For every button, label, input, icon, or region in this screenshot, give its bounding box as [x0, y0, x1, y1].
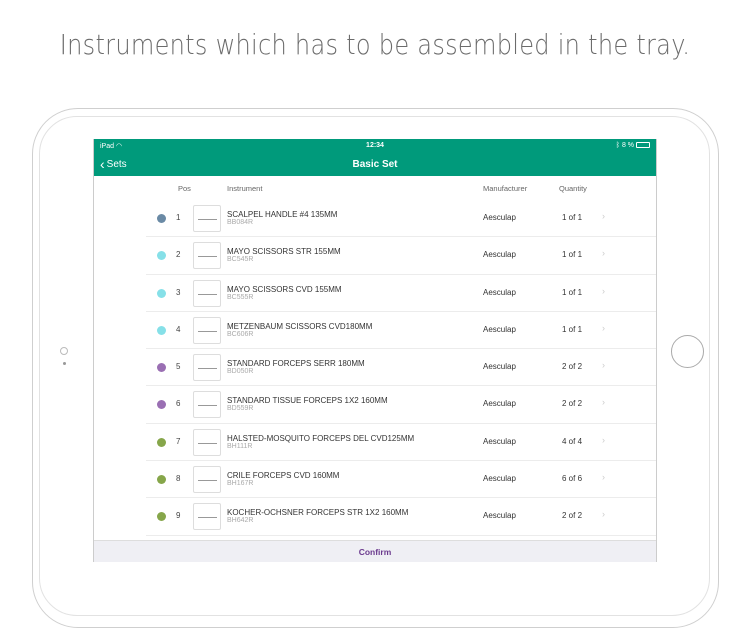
status-dot — [157, 325, 166, 335]
table-header: Pos Instrument Manufacturer Quantity — [94, 176, 656, 200]
table-row[interactable]: 6 STANDARD TISSUE FORCEPS 1X2 160MM BD55… — [146, 386, 656, 424]
instrument-name: KOCHER-OCHSNER FORCEPS STR 1X2 160MM — [227, 508, 409, 518]
instrument-code: BH642R — [227, 517, 254, 525]
confirm-button[interactable]: Confirm — [94, 540, 656, 562]
instrument-thumbnail — [193, 466, 221, 494]
status-dot — [157, 363, 166, 373]
instrument-code: BD559R — [227, 405, 254, 413]
instrument-code: BH111R — [227, 442, 253, 450]
row-pos: 1 — [176, 213, 181, 222]
screen: iPad ◠ 12:34 ᛒ 8 % ‹ Sets Basic Set Pos … — [93, 139, 657, 562]
manufacturer: Aesculap — [483, 324, 516, 334]
header-instrument: Instrument — [227, 184, 263, 193]
instrument-thumbnail — [193, 205, 221, 232]
quantity: 2 of 2 — [562, 362, 583, 372]
status-dot — [157, 400, 166, 410]
table-row[interactable]: 1 SCALPEL HANDLE #4 135MM BB084R Aescula… — [146, 200, 656, 238]
caption: Instruments which has to be assembled in… — [59, 28, 691, 61]
home-button[interactable] — [671, 335, 704, 368]
instrument-thumbnail — [193, 279, 221, 307]
back-label: Sets — [106, 158, 127, 170]
chevron-right-icon: › — [602, 509, 605, 520]
manufacturer: Aesculap — [483, 436, 516, 446]
quantity: 1 of 1 — [562, 250, 583, 260]
manufacturer: Aesculap — [483, 362, 516, 372]
quantity: 1 of 1 — [562, 287, 583, 297]
chevron-right-icon: › — [602, 322, 605, 333]
instrument-name: METZENBAUM SCISSORS CVD180MM — [227, 321, 373, 331]
instrument-code: BH167R — [227, 480, 254, 488]
row-pos: 7 — [176, 436, 181, 446]
instrument-name: MAYO SCISSORS CVD 155MM — [227, 284, 342, 294]
instrument-code: BB084R — [227, 219, 254, 226]
status-dot — [157, 512, 166, 522]
row-pos: 3 — [176, 287, 181, 297]
row-pos: 6 — [176, 399, 181, 409]
manufacturer: Aesculap — [483, 250, 516, 260]
table-row[interactable]: 7 HALSTED-MOSQUITO FORCEPS DEL CVD125MM … — [146, 424, 656, 462]
manufacturer: Aesculap — [483, 213, 516, 222]
row-pos: 4 — [176, 324, 181, 334]
chevron-left-icon: ‹ — [100, 156, 105, 172]
row-pos: 9 — [176, 511, 181, 521]
chevron-right-icon: › — [602, 472, 605, 483]
instrument-thumbnail — [193, 391, 221, 419]
quantity: 4 of 4 — [562, 436, 583, 446]
instrument-thumbnail — [193, 354, 221, 382]
table-row[interactable]: 9 KOCHER-OCHSNER FORCEPS STR 1X2 160MM B… — [146, 498, 656, 536]
instrument-thumbnail — [193, 503, 221, 531]
manufacturer: Aesculap — [483, 287, 516, 297]
chevron-right-icon: › — [602, 434, 605, 445]
instrument-code: BC545R — [227, 256, 254, 264]
table-row[interactable]: 4 METZENBAUM SCISSORS CVD180MM BC606R Ae… — [146, 312, 656, 350]
row-pos: 2 — [176, 250, 181, 260]
status-dot — [157, 437, 166, 447]
quantity: 1 of 1 — [562, 324, 583, 334]
table-row[interactable]: 2 MAYO SCISSORS STR 155MM BC545R Aescula… — [146, 237, 656, 275]
instrument-name: SCALPEL HANDLE #4 135MM — [227, 210, 338, 219]
manufacturer: Aesculap — [483, 474, 516, 484]
quantity: 1 of 1 — [562, 213, 583, 222]
instrument-name: CRILE FORCEPS CVD 160MM — [227, 471, 340, 481]
camera-icon — [60, 347, 68, 355]
table-row[interactable]: 5 STANDARD FORCEPS SERR 180MM BD050R Aes… — [146, 349, 656, 387]
quantity: 6 of 6 — [562, 474, 583, 484]
chevron-right-icon: › — [602, 360, 605, 371]
instrument-code: BC555R — [227, 293, 254, 301]
header-manufacturer: Manufacturer — [483, 184, 528, 193]
row-pos: 8 — [176, 474, 181, 484]
instrument-name: MAYO SCISSORS STR 155MM — [227, 247, 341, 257]
status-bar: iPad ◠ 12:34 ᛒ 8 % — [94, 139, 656, 152]
page-title: Basic Set — [352, 158, 398, 170]
sensor-icon — [63, 362, 66, 365]
instrument-code: BD050R — [227, 368, 254, 376]
instrument-name: STANDARD FORCEPS SERR 180MM — [227, 359, 365, 369]
chevron-right-icon: › — [602, 285, 605, 296]
back-button[interactable]: ‹ Sets — [100, 157, 127, 171]
quantity: 2 of 2 — [562, 399, 583, 409]
instrument-code: BC606R — [227, 330, 254, 338]
instrument-name: HALSTED-MOSQUITO FORCEPS DEL CVD125MM — [227, 433, 415, 443]
chevron-right-icon: › — [602, 397, 605, 408]
instrument-thumbnail — [193, 316, 221, 344]
status-dot — [157, 288, 166, 298]
status-dot — [157, 475, 166, 485]
status-dot — [157, 214, 166, 223]
instrument-name: STANDARD TISSUE FORCEPS 1X2 160MM — [227, 396, 388, 406]
chevron-right-icon: › — [602, 211, 605, 221]
nav-bar: ‹ Sets Basic Set — [94, 152, 656, 176]
instrument-thumbnail — [193, 242, 221, 270]
manufacturer: Aesculap — [483, 511, 516, 521]
chevron-right-icon: › — [602, 248, 605, 259]
table-row[interactable]: 3 MAYO SCISSORS CVD 155MM BC555R Aescula… — [146, 275, 656, 312]
instrument-thumbnail — [193, 428, 221, 456]
row-pos: 5 — [176, 362, 181, 372]
table-row[interactable]: 8 CRILE FORCEPS CVD 160MM BH167R Aescula… — [146, 461, 656, 499]
status-dot — [157, 251, 166, 261]
clock: 12:34 — [366, 142, 384, 149]
manufacturer: Aesculap — [483, 399, 516, 409]
quantity: 2 of 2 — [562, 511, 583, 521]
header-pos: Pos — [178, 184, 191, 193]
header-quantity: Quantity — [559, 184, 587, 193]
